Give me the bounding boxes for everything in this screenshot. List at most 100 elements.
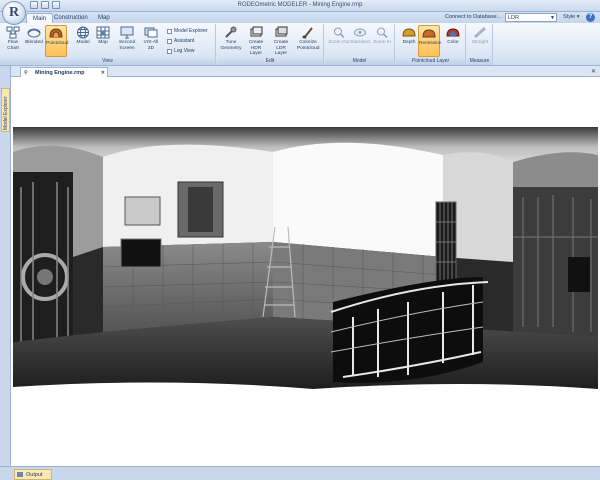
zoom-out-label: Zoom Out xyxy=(328,40,350,45)
view-group-label: View xyxy=(0,58,215,65)
blended-icon xyxy=(27,28,41,38)
title-bar: RODEOmetric MODELER - Mining Engine.rmp xyxy=(0,0,600,12)
checkbox-box[interactable] xyxy=(167,28,172,34)
model-button[interactable]: Model xyxy=(72,25,94,57)
pointcloud-layer-group-label: Pointcloud Layer xyxy=(396,58,465,65)
view-mode-select[interactable]: LDR ▼ xyxy=(505,13,557,22)
depth-icon xyxy=(402,28,416,37)
tab-construction[interactable]: Construction xyxy=(48,13,94,23)
log-view-checkbox[interactable]: Log View xyxy=(167,48,194,54)
blended-label: Blended xyxy=(25,40,43,45)
ruler-icon xyxy=(473,26,487,39)
colorize-pointcloud-button[interactable]: Colorize Pointcloud xyxy=(297,25,319,57)
edit-group: Tune Geometry Create HDR Layer Create LD… xyxy=(217,24,324,65)
style-menu-label: Style xyxy=(563,14,576,20)
depth-label: Depth xyxy=(402,40,416,45)
model-explorer-label: Model Explorer xyxy=(174,28,208,34)
model-label: Model xyxy=(76,40,90,45)
vis-all-3d-icon xyxy=(144,27,158,38)
pointcloud-layer-group: Depth Remission Color Pointcloud Layer xyxy=(396,24,466,65)
tab-map[interactable]: Map xyxy=(92,13,116,23)
second-screen-button[interactable]: Second Screen xyxy=(116,25,138,57)
flow-chart-icon xyxy=(6,26,20,39)
output-tab-label: Output xyxy=(26,472,43,478)
panorama-image[interactable] xyxy=(13,127,598,395)
vis-all-3d-label: VIS-All 3D xyxy=(143,40,159,51)
assistant-checkbox[interactable]: Assistant xyxy=(167,38,194,44)
close-document-icon[interactable]: ✕ xyxy=(591,68,596,75)
view-mode-value: LDR xyxy=(508,15,520,21)
connect-database-button[interactable]: Connect to Database... xyxy=(445,14,501,20)
checkbox-box[interactable] xyxy=(167,38,172,44)
zoom-in-icon xyxy=(377,27,388,39)
chevron-down-icon: ▼ xyxy=(550,15,555,21)
log-view-label: Log View xyxy=(174,48,195,54)
pin-icon[interactable]: ⚲ xyxy=(24,70,28,76)
zoom-out-button[interactable]: Zoom Out xyxy=(328,25,350,57)
depth-button[interactable]: Depth xyxy=(398,25,420,57)
zoom-in-button[interactable]: Zoom In xyxy=(371,25,393,57)
hdr-layer-icon xyxy=(250,26,263,37)
remission-label: Remission xyxy=(419,41,442,46)
ldr-layer-icon xyxy=(275,26,288,37)
eye-icon xyxy=(354,28,366,37)
ribbon: Flow Chart Blended Pointcloud Model Map … xyxy=(0,23,600,66)
zoom-out-icon xyxy=(334,27,345,39)
colorize-pointcloud-label: Colorize Pointcloud xyxy=(297,40,320,51)
zoom-in-label: Zoom In xyxy=(373,40,391,45)
create-ldr-layer-button[interactable]: Create LDR Layer xyxy=(270,25,292,57)
globe-icon xyxy=(77,26,89,39)
output-icon xyxy=(17,472,23,477)
output-tab[interactable]: Output xyxy=(14,469,52,480)
side-panel-strip: Model Explorer xyxy=(0,66,11,466)
measure-group: Straight Measure xyxy=(467,24,493,65)
standard-zoom-button[interactable]: Standard xyxy=(349,25,371,57)
model-explorer-side-label: Model Explorer xyxy=(3,96,9,130)
flow-chart-button[interactable]: Flow Chart xyxy=(2,25,24,57)
application-button[interactable]: R xyxy=(2,1,26,25)
model-explorer-checkbox[interactable]: Model Explorer xyxy=(167,28,208,34)
tune-geometry-label: Tune Geometry xyxy=(220,40,242,51)
model-group-label: Model xyxy=(325,58,394,65)
edit-group-label: Edit xyxy=(217,58,323,65)
measure-group-label: Measure xyxy=(467,58,492,65)
straight-label: Straight xyxy=(471,40,489,45)
wrench-icon xyxy=(225,26,237,38)
remission-button[interactable]: Remission xyxy=(418,25,442,57)
straight-measure-button[interactable]: Straight xyxy=(469,25,491,57)
second-screen-label: Second Screen xyxy=(118,40,136,51)
close-icon[interactable]: ✕ xyxy=(101,70,105,76)
model-explorer-side-tab[interactable]: Model Explorer xyxy=(1,88,10,132)
brush-icon xyxy=(302,27,313,39)
document-tab[interactable]: ⚲ Mining Engine.rmp ✕ xyxy=(20,67,108,77)
blended-button[interactable]: Blended xyxy=(23,25,45,57)
document-tab-label: Mining Engine.rmp xyxy=(35,70,85,76)
color-label: Color xyxy=(447,40,459,45)
model-group: Zoom Out Standard Zoom In Model xyxy=(325,24,395,65)
color-icon xyxy=(446,28,460,37)
standard-label: Standard xyxy=(350,40,370,45)
style-menu[interactable]: Style ▾ xyxy=(563,14,580,20)
create-hdr-layer-button[interactable]: Create HDR Layer xyxy=(245,25,267,57)
color-button[interactable]: Color xyxy=(442,25,464,57)
panorama-viewport[interactable] xyxy=(11,77,600,466)
document-tab-bar: ⚲ Mining Engine.rmp ✕ ✕ xyxy=(11,66,600,77)
map-label: Map xyxy=(98,40,108,45)
monitor-icon xyxy=(120,26,134,39)
window-title: RODEOmetric MODELER - Mining Engine.rmp xyxy=(237,2,363,8)
app-logo-letter: R xyxy=(8,5,20,20)
vis-all-3d-button[interactable]: VIS-All 3D xyxy=(140,25,162,57)
map-button[interactable]: Map xyxy=(92,25,114,57)
view-group: Flow Chart Blended Pointcloud Model Map … xyxy=(0,24,216,65)
flow-chart-label: Flow Chart xyxy=(7,40,19,51)
assistant-label: Assistant xyxy=(174,38,195,44)
tune-geometry-button[interactable]: Tune Geometry xyxy=(220,25,242,57)
pointcloud-view-button[interactable]: Pointcloud xyxy=(45,25,69,57)
help-icon[interactable]: ? xyxy=(586,13,595,22)
pointcloud-view-label: Pointcloud xyxy=(46,41,69,46)
checkbox-box[interactable] xyxy=(167,48,172,54)
bottom-panel-bar: Output xyxy=(0,466,600,480)
create-hdr-layer-label: Create HDR Layer xyxy=(248,40,264,56)
create-ldr-layer-label: Create LDR Layer xyxy=(273,40,289,56)
pointcloud-icon xyxy=(49,28,63,38)
